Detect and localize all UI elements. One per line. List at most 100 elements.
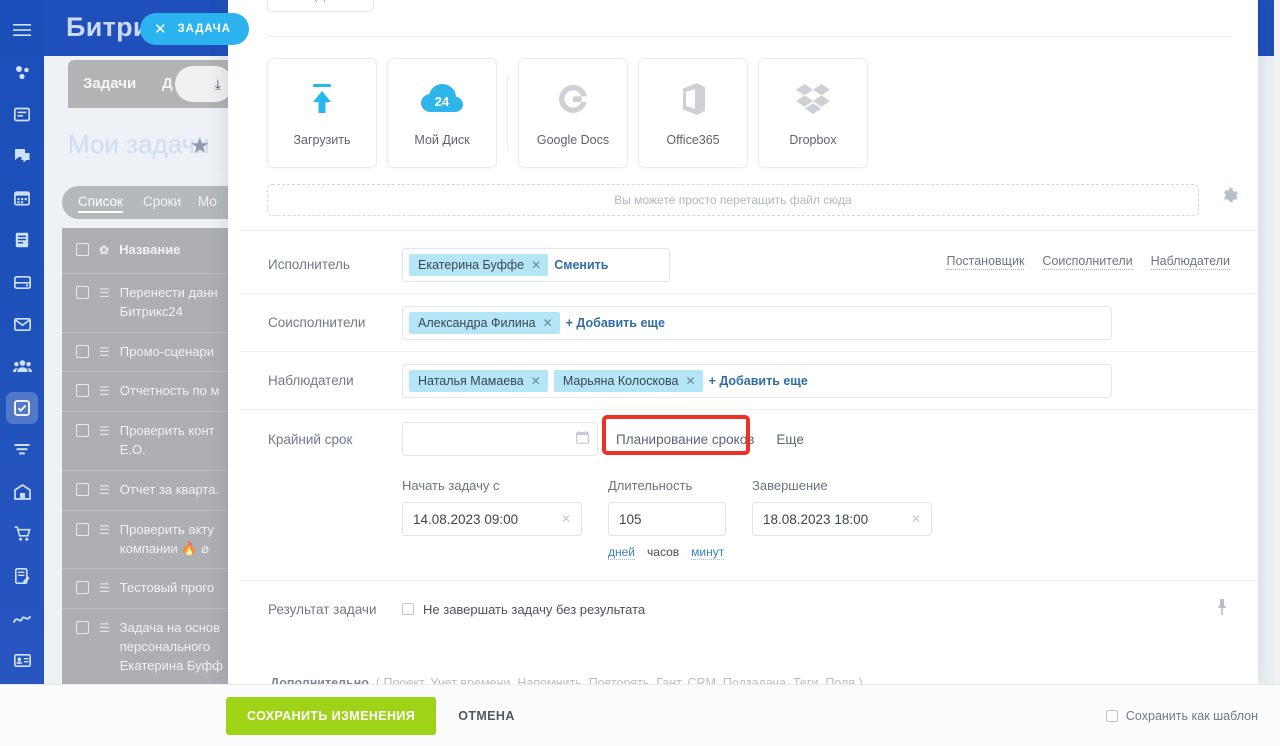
end-date-input[interactable]: 18.08.2023 18:00 ✕ [752, 502, 932, 536]
pin-icon[interactable] [1216, 598, 1228, 620]
clear-icon[interactable]: ✕ [561, 512, 571, 526]
cancel-button[interactable]: ОТМЕНА [458, 709, 515, 723]
assignee-field[interactable]: Екатерина Буффе ✕ Сменить [402, 247, 670, 282]
row-checkbox[interactable] [76, 621, 89, 635]
link-soispolniteli[interactable]: Соисполнители [1042, 254, 1133, 270]
assignee-row: Исполнитель Екатерина Буффе ✕ Сменить По… [240, 236, 1258, 294]
row-checkbox[interactable] [76, 522, 89, 536]
document-icon[interactable] [6, 224, 38, 256]
save-as-template-checkbox[interactable] [1105, 709, 1118, 722]
task-tab-pill[interactable]: ✕ ЗАДАЧА [140, 13, 249, 45]
dropbox-tile[interactable]: Dropbox [758, 58, 868, 168]
save-button[interactable]: СОХРАНИТЬ ИЗМЕНЕНИЯ [226, 696, 437, 735]
background-collapse-button[interactable]: ⤓ [175, 66, 233, 102]
burger-icon[interactable] [6, 14, 38, 46]
pulse-icon[interactable] [6, 56, 38, 88]
remove-tag-icon[interactable]: ✕ [531, 258, 541, 272]
observer-tag[interactable]: Марьяна Колоскова ✕ [553, 369, 703, 392]
remove-tag-icon[interactable]: ✕ [531, 374, 541, 388]
office365-tile[interactable]: Office365 [638, 58, 748, 168]
page-title: Мои задачи [68, 129, 210, 159]
link-nablyudateli[interactable]: Наблюдатели [1150, 254, 1230, 270]
mail-icon[interactable] [6, 308, 38, 340]
row-checkbox[interactable] [76, 482, 89, 496]
contacts-icon[interactable] [6, 644, 38, 676]
coexecutors-field[interactable]: Александра Филина ✕ + Добавить еще [402, 305, 1112, 340]
drag-handle-icon[interactable]: ☰ [99, 620, 110, 637]
result-checkbox[interactable] [402, 603, 414, 615]
upload-tile[interactable]: Загрузить [267, 58, 377, 168]
news-icon[interactable] [6, 98, 38, 130]
deadline-row: Крайний срок Планирование сроков Еще [240, 410, 1258, 468]
start-date-input[interactable]: 14.08.2023 09:00 ✕ [402, 502, 582, 536]
planning-terms-button[interactable]: Планирование сроков [602, 414, 762, 455]
observer-tag-label: Марьяна Колоскова [562, 373, 679, 388]
row-checkbox[interactable] [76, 384, 89, 398]
gear-icon[interactable] [1222, 188, 1238, 209]
more-link[interactable]: Еще [776, 432, 803, 447]
tab-mo[interactable]: Мо [198, 194, 217, 209]
drag-handle-icon[interactable]: ☰ [99, 285, 110, 302]
save-as-template-group[interactable]: Сохранить как шаблон [1105, 709, 1258, 723]
add-coexecutor-link[interactable]: + Добавить еще [566, 316, 665, 330]
sidebar-item-tasks[interactable] [6, 392, 38, 424]
unit-days[interactable]: дней [608, 545, 636, 560]
background-tab-partial[interactable]: Д [162, 75, 173, 92]
drag-handle-icon[interactable]: ☰ [99, 383, 110, 400]
duration-field-group: Длительность 105 дней часов минут [608, 478, 726, 560]
group-icon[interactable] [6, 350, 38, 382]
row-checkbox[interactable] [76, 581, 89, 595]
tab-sroki[interactable]: Сроки [143, 194, 181, 209]
calendar-icon[interactable] [576, 431, 590, 447]
drive-icon[interactable] [6, 266, 38, 298]
cart-icon[interactable] [6, 518, 38, 550]
remove-tag-icon[interactable]: ✕ [686, 374, 696, 388]
duration-input[interactable]: 105 [608, 502, 726, 536]
remove-tag-icon[interactable]: ✕ [543, 316, 553, 330]
marketing-icon[interactable] [6, 602, 38, 634]
clear-icon[interactable]: ✕ [911, 512, 921, 526]
drag-handle-icon[interactable]: ☰ [99, 344, 110, 361]
my-drive-tile[interactable]: 24 Мой Диск [387, 58, 497, 168]
attachments-divider [267, 36, 1231, 37]
row-checkbox[interactable] [76, 424, 89, 438]
drag-handle-icon[interactable]: ☰ [99, 522, 110, 539]
upload-icon [307, 79, 337, 119]
google-docs-tile-label: Google Docs [536, 133, 610, 147]
page-scrollbar[interactable] [1274, 0, 1280, 746]
add-observer-link[interactable]: + Добавить еще [709, 374, 808, 388]
favorite-star-icon[interactable]: ★ [190, 133, 210, 159]
observers-field[interactable]: Наталья Мамаева ✕ Марьяна Колоскова ✕ + … [402, 363, 1112, 398]
google-docs-tile[interactable]: Google Docs [518, 58, 628, 168]
background-tab-tasks[interactable]: Задачи [83, 75, 136, 92]
row-checkbox[interactable] [76, 285, 89, 299]
coexecutor-tag[interactable]: Александра Филина ✕ [409, 311, 560, 334]
drag-handle-icon[interactable]: ☰ [99, 482, 110, 499]
result-checkbox-label: Не завершать задачу без результата [423, 601, 646, 617]
row-checkbox[interactable] [76, 344, 89, 358]
attached-file-chip[interactable]: Договор ИП Брусн и...Р (1).docx [267, 0, 374, 12]
my-drive-tile-label: Мой Диск [414, 133, 470, 147]
link-postanovshchik[interactable]: Постановщик [946, 254, 1025, 270]
select-all-checkbox[interactable] [76, 243, 89, 256]
tab-spisok[interactable]: Список [78, 194, 123, 213]
observer-tag[interactable]: Наталья Мамаева ✕ [409, 369, 548, 392]
left-navigation-rail[interactable]: C ? [0, 0, 44, 746]
company-icon[interactable] [6, 476, 38, 508]
duration-value: 105 [619, 511, 642, 527]
observer-tag-label: Наталья Мамаева [418, 373, 524, 388]
assignee-tag[interactable]: Екатерина Буффе ✕ [409, 253, 549, 276]
drag-handle-icon[interactable]: ☰ [99, 580, 110, 597]
calendar-icon[interactable] [6, 182, 38, 214]
unit-hours[interactable]: часов [647, 545, 679, 560]
close-icon[interactable]: ✕ [154, 20, 167, 38]
funnel-icon[interactable] [6, 434, 38, 466]
file-dropzone[interactable]: Вы можете просто перетащить файл сюда [267, 184, 1199, 216]
deadline-input[interactable] [402, 422, 598, 456]
drag-handle-icon[interactable]: ☰ [99, 423, 110, 440]
signature-icon[interactable] [6, 560, 38, 592]
unit-minutes[interactable]: минут [691, 545, 725, 560]
chat-icon[interactable] [6, 140, 38, 172]
change-assignee-link[interactable]: Сменить [554, 258, 608, 272]
gear-icon[interactable]: ✿ [99, 242, 109, 259]
